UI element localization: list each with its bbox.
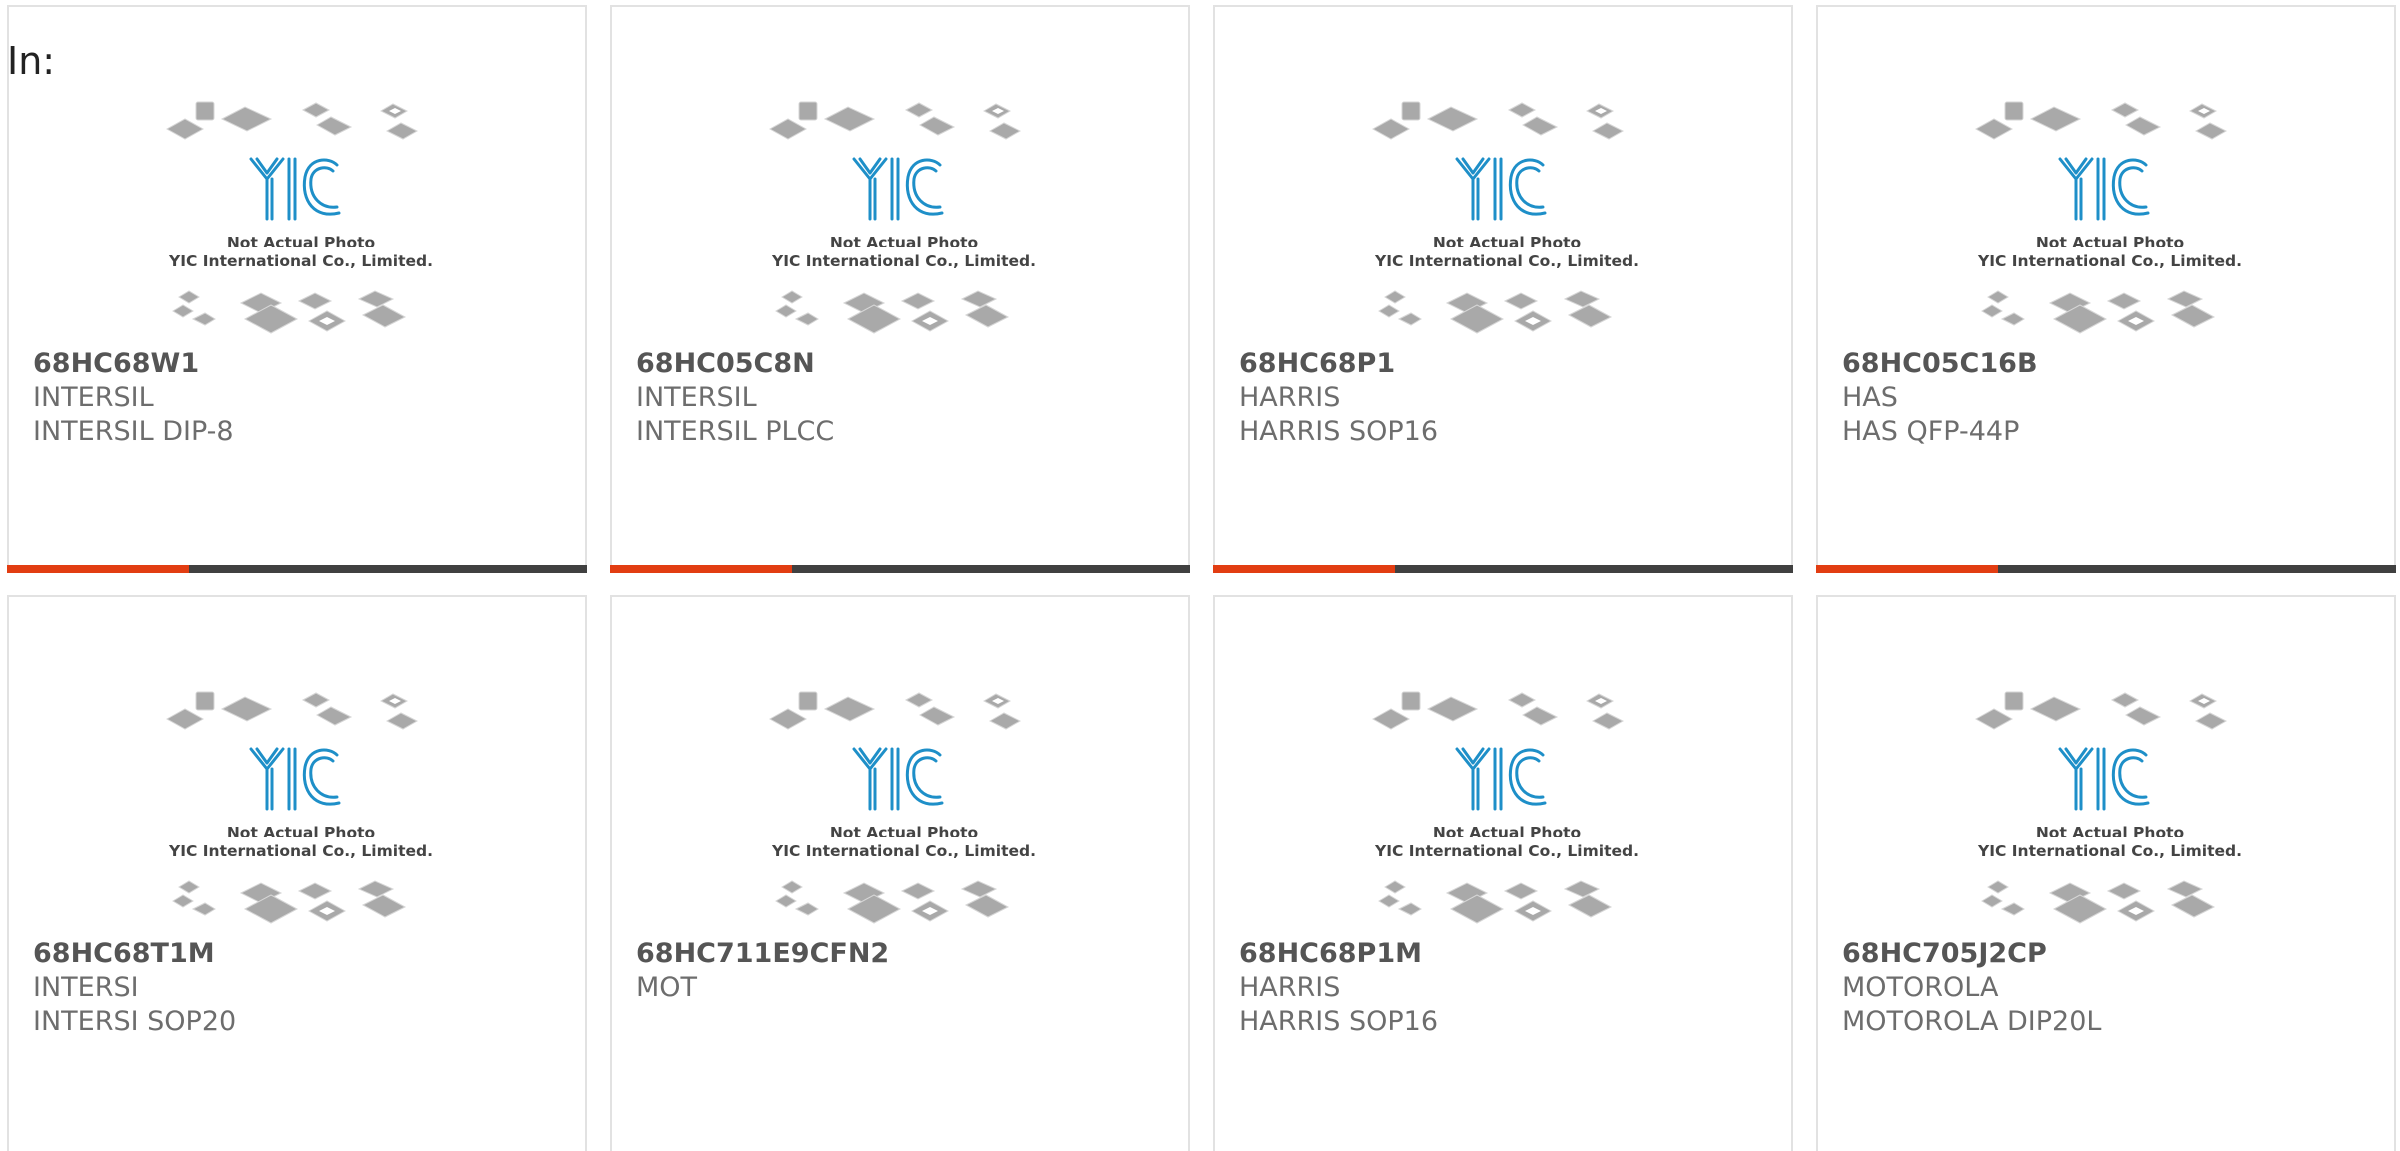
package-info: HARRIS SOP16 bbox=[1239, 416, 1439, 447]
product-details: 68HC711E9CFN2 MOT bbox=[636, 937, 1172, 1039]
product-thumbnail[interactable]: Not Actual Photo YIC International Co., … bbox=[612, 597, 1188, 924]
card-bottom-bar bbox=[1213, 565, 1793, 573]
part-number[interactable]: 68HC68P1 bbox=[1239, 347, 1775, 381]
product-thumbnail[interactable]: Not Actual Photo YIC International Co., … bbox=[612, 7, 1188, 334]
part-number[interactable]: 68HC68T1M bbox=[33, 937, 569, 971]
product-card[interactable]: Not Actual Photo YIC International Co., … bbox=[7, 5, 587, 573]
part-number[interactable]: 68HC68P1M bbox=[1239, 937, 1775, 971]
watermark-line-2: YIC International Co., Limited. bbox=[168, 252, 433, 270]
product-details: 68HC68P1 HARRIS HARRIS SOP16 bbox=[1239, 347, 1775, 449]
package-info: INTERSIL DIP-8 bbox=[33, 416, 234, 447]
package-info bbox=[636, 1005, 1172, 1039]
product-card[interactable]: Not Actual Photo YIC International Co., … bbox=[610, 595, 1190, 1151]
product-card[interactable]: Not Actual Photo YIC International Co., … bbox=[1816, 595, 2396, 1151]
watermark-line-2: YIC International Co., Limited. bbox=[1977, 252, 2242, 270]
product-listing-page: In: Not Actual Photo YIC International C… bbox=[0, 0, 2400, 1151]
watermark-line-2: YIC International Co., Limited. bbox=[1374, 842, 1639, 860]
product-card[interactable]: Not Actual Photo YIC International Co., … bbox=[1213, 595, 1793, 1151]
package-info: HARRIS SOP16 bbox=[1239, 1006, 1439, 1037]
card-bottom-bar bbox=[1816, 565, 2396, 573]
watermark-line-2: YIC International Co., Limited. bbox=[1977, 842, 2242, 860]
brand-name: HAS bbox=[1842, 382, 1898, 413]
product-thumbnail[interactable]: Not Actual Photo YIC International Co., … bbox=[1818, 7, 2394, 334]
part-number[interactable]: 68HC711E9CFN2 bbox=[636, 937, 1172, 971]
product-thumbnail[interactable]: Not Actual Photo YIC International Co., … bbox=[1818, 597, 2394, 924]
placeholder-image-lower: YIC International Co., Limited. bbox=[168, 252, 433, 334]
placeholder-image-lower: YIC International Co., Limited. bbox=[1374, 842, 1639, 924]
product-details: 68HC705J2CP MOTOROLA MOTOROLA DIP20L bbox=[1842, 937, 2378, 1039]
listing-heading: In: bbox=[7, 39, 56, 83]
package-info: MOTOROLA DIP20L bbox=[1842, 1006, 2102, 1037]
placeholder-image-lower: YIC International Co., Limited. bbox=[1977, 252, 2242, 334]
product-thumbnail[interactable]: Not Actual Photo YIC International Co., … bbox=[1215, 7, 1791, 334]
product-card[interactable]: Not Actual Photo YIC International Co., … bbox=[1213, 5, 1793, 573]
card-accent-bar bbox=[1816, 565, 1998, 573]
brand-name: INTERSIL bbox=[636, 382, 757, 413]
brand-name: HARRIS bbox=[1239, 972, 1341, 1003]
product-thumbnail[interactable]: Not Actual Photo YIC International Co., … bbox=[1215, 597, 1791, 924]
package-info: INTERSI SOP20 bbox=[33, 1006, 237, 1037]
card-accent-bar bbox=[7, 565, 189, 573]
package-info: HAS QFP-44P bbox=[1842, 416, 2020, 447]
brand-name: INTERSIL bbox=[33, 382, 154, 413]
card-accent-bar bbox=[1213, 565, 1395, 573]
placeholder-image-lower: YIC International Co., Limited. bbox=[1374, 252, 1639, 334]
product-card[interactable]: Not Actual Photo YIC International Co., … bbox=[7, 595, 587, 1151]
product-grid: Not Actual Photo YIC International Co., … bbox=[7, 5, 2400, 1151]
part-number[interactable]: 68HC05C16B bbox=[1842, 347, 2378, 381]
package-info: INTERSIL PLCC bbox=[636, 416, 835, 447]
part-number[interactable]: 68HC05C8N bbox=[636, 347, 1172, 381]
product-details: 68HC68T1M INTERSI INTERSI SOP20 bbox=[33, 937, 569, 1039]
watermark-line-2: YIC International Co., Limited. bbox=[771, 842, 1036, 860]
card-accent-bar bbox=[610, 565, 792, 573]
product-card[interactable]: Not Actual Photo YIC International Co., … bbox=[1816, 5, 2396, 573]
placeholder-image-lower: YIC International Co., Limited. bbox=[771, 252, 1036, 334]
brand-name: MOTOROLA bbox=[1842, 972, 1999, 1003]
part-number[interactable]: 68HC705J2CP bbox=[1842, 937, 2378, 971]
card-bottom-bar bbox=[610, 565, 1190, 573]
watermark-line-2: YIC International Co., Limited. bbox=[168, 842, 433, 860]
placeholder-image-lower: YIC International Co., Limited. bbox=[168, 842, 433, 924]
brand-name: MOT bbox=[636, 972, 698, 1003]
product-details: 68HC05C16B HAS HAS QFP-44P bbox=[1842, 347, 2378, 449]
watermark-line-2: YIC International Co., Limited. bbox=[771, 252, 1036, 270]
brand-name: HARRIS bbox=[1239, 382, 1341, 413]
placeholder-image-lower: YIC International Co., Limited. bbox=[771, 842, 1036, 924]
placeholder-image-lower: YIC International Co., Limited. bbox=[1977, 842, 2242, 924]
watermark-line-2: YIC International Co., Limited. bbox=[1374, 252, 1639, 270]
brand-name: INTERSI bbox=[33, 972, 139, 1003]
part-number[interactable]: 68HC68W1 bbox=[33, 347, 569, 381]
product-details: 68HC68P1M HARRIS HARRIS SOP16 bbox=[1239, 937, 1775, 1039]
product-details: 68HC05C8N INTERSIL INTERSIL PLCC bbox=[636, 347, 1172, 449]
product-card[interactable]: Not Actual Photo YIC International Co., … bbox=[610, 5, 1190, 573]
card-bottom-bar bbox=[7, 565, 587, 573]
product-thumbnail[interactable]: Not Actual Photo YIC International Co., … bbox=[9, 597, 585, 924]
product-thumbnail[interactable]: Not Actual Photo YIC International Co., … bbox=[9, 7, 585, 334]
product-details: 68HC68W1 INTERSIL INTERSIL DIP-8 bbox=[33, 347, 569, 449]
